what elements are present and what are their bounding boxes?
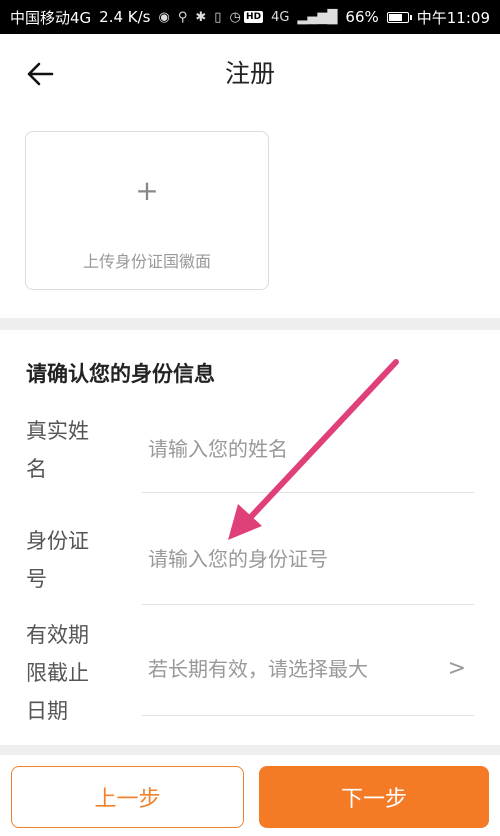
clock: 中午11:09	[416, 8, 490, 27]
carrier-label: 中国移动4G	[10, 8, 92, 27]
battery-percent: 66%	[345, 8, 379, 26]
previous-step-button[interactable]: 上一步	[11, 766, 244, 828]
name-label: 真实姓名	[26, 419, 89, 481]
divider	[142, 492, 474, 493]
vibrate-icon: ▯	[214, 9, 222, 25]
location-icon: ⚲	[177, 9, 188, 25]
section-title: 请确认您的身份信息	[26, 362, 215, 386]
bluetooth-icon: ✱	[195, 9, 207, 25]
divider	[142, 604, 474, 605]
name-input[interactable]: 请输入您的姓名	[148, 434, 288, 464]
section-divider	[0, 318, 500, 330]
id-number-input[interactable]: 请输入您的身份证号	[148, 544, 328, 574]
alarm-icon: ◷	[229, 9, 241, 25]
name-row: 真实姓名 请输入您的姓名	[0, 410, 500, 494]
battery-icon	[386, 11, 412, 23]
status-bar: 中国移动4G 2.4 K/s ◉ ⚲ ✱ ▯ ◷ HD 4G ▂▄▆█ 66% …	[0, 0, 500, 34]
id-number-row: 身份证号 请输入您的身份证号	[0, 520, 500, 605]
expiry-date-label: 有效期限截止日期	[26, 623, 89, 723]
page-title: 注册	[224, 59, 275, 88]
next-step-button[interactable]: 下一步	[259, 766, 489, 828]
hd-badge: HD	[244, 11, 264, 23]
expiry-date-row[interactable]: 有效期限截止日期 若长期有效，请选择最大 >	[0, 614, 500, 723]
upload-id-back-card[interactable]: + 上传身份证国徽面	[25, 131, 269, 290]
plus-icon: +	[135, 174, 159, 207]
upload-label: 上传身份证国徽面	[82, 252, 211, 271]
signal-icon: ▂▄▆█	[297, 9, 338, 25]
network-speed: 2.4 K/s	[99, 8, 151, 26]
chevron-right-icon: >	[447, 656, 466, 681]
network-type: 4G	[271, 9, 290, 25]
id-number-label: 身份证号	[26, 529, 89, 591]
hotspot-icon: ◉	[158, 9, 170, 25]
section-divider	[0, 745, 500, 755]
divider	[142, 715, 474, 716]
expiry-date-select[interactable]: 若长期有效，请选择最大	[148, 654, 368, 684]
header: 注册	[0, 34, 500, 114]
